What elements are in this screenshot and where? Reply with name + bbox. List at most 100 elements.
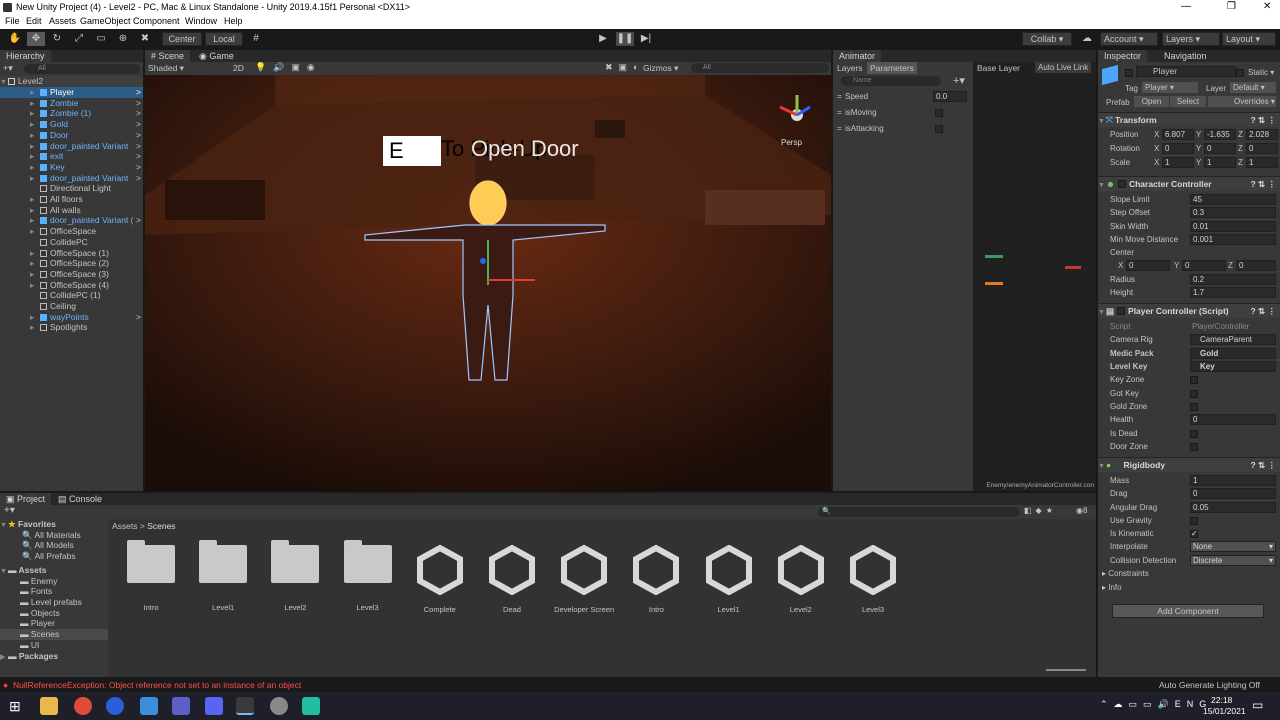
transform-scale-y[interactable]: 1 (1204, 157, 1236, 168)
hierarchy-item[interactable]: ▸ wayPoints > (0, 312, 143, 323)
unity-taskbar-icon[interactable] (236, 697, 254, 715)
expand-arrow-icon[interactable]: ▸ (30, 119, 34, 130)
open-prefab-icon[interactable]: > (136, 215, 141, 226)
transform-menu-icon[interactable]: ? ⇅ ⋮ (1250, 113, 1276, 127)
hierarchy-item[interactable]: ▸ Gold > (0, 119, 143, 130)
expand-arrow-icon[interactable]: ▸ (30, 312, 34, 323)
prefab-select-button[interactable]: Select (1170, 96, 1206, 107)
layers-dropdown[interactable]: Layers ▾ (1162, 32, 1220, 46)
cc-center-x[interactable]: 0 (1126, 260, 1170, 271)
tab-animator[interactable]: Animator (833, 50, 882, 62)
rb-interp-dropdown[interactable]: None ▾ (1190, 541, 1276, 552)
expand-arrow-icon[interactable]: ▸ (30, 130, 34, 141)
asset-scene[interactable]: Intro (624, 544, 688, 614)
object-name-field[interactable]: Player (1136, 66, 1236, 77)
open-prefab-icon[interactable]: > (136, 87, 141, 98)
close-icon[interactable]: ✕ (1263, 1, 1271, 12)
rb-collision-dropdown[interactable]: Discrete ▾ (1190, 555, 1276, 566)
hierarchy-item[interactable]: ▸ All floors (0, 194, 143, 205)
app-icon[interactable] (302, 697, 320, 715)
open-prefab-icon[interactable]: > (136, 312, 141, 323)
pause-icon[interactable]: ❚❚ (616, 32, 634, 46)
transform-scale-x[interactable]: 1 (1162, 157, 1194, 168)
menu-assets[interactable]: Assets (49, 16, 76, 26)
hierarchy-item[interactable]: CollidePC (1) (0, 290, 143, 301)
cc-row-field[interactable]: 0.01 (1190, 220, 1276, 232)
pc-keyzone-checkbox[interactable] (1190, 376, 1198, 384)
hierarchy-item[interactable]: ▸ OfficeSpace (4) (0, 280, 143, 291)
create-plus-icon[interactable]: +▾ (3, 63, 13, 74)
expand-arrow-icon[interactable]: ▸ (30, 151, 34, 162)
asset-scene[interactable]: Dead (480, 544, 544, 614)
expand-arrow-icon[interactable]: ▸ (30, 280, 34, 291)
unity-hub-icon[interactable] (270, 697, 288, 715)
clock-date[interactable]: 15/01/2021 (1203, 706, 1246, 716)
rotate-tool-icon[interactable]: ↻ (48, 32, 66, 46)
account-dropdown[interactable]: Account ▾ (1100, 32, 1158, 46)
open-prefab-icon[interactable]: > (136, 130, 141, 141)
hierarchy-item[interactable]: ▸ Spotlights (0, 322, 143, 333)
cc-height-field[interactable]: 1.7 (1190, 287, 1276, 298)
hierarchy-search-input[interactable]: All (24, 64, 140, 74)
pc-medic-field[interactable]: Gold (1190, 348, 1276, 359)
pc-levelkey-field[interactable]: Key (1190, 361, 1276, 372)
expand-arrow-icon[interactable]: ▸ (30, 87, 34, 98)
hierarchy-item[interactable]: ▸ door_painted Variant > (0, 173, 143, 184)
expand-arrow-icon[interactable]: ▸ (30, 173, 34, 184)
transform-header[interactable]: ▼⤧ Transform? ⇅ ⋮ (1098, 112, 1280, 127)
hierarchy-item[interactable]: ▸ exit > (0, 151, 143, 162)
open-prefab-icon[interactable]: > (136, 141, 141, 152)
open-prefab-icon[interactable]: > (136, 119, 141, 130)
edge-icon[interactable] (140, 697, 158, 715)
expand-arrow-icon[interactable]: ▸ (30, 108, 34, 119)
hierarchy-item[interactable]: ▸ OfficeSpace (2) (0, 258, 143, 269)
scene-search-input[interactable]: All (691, 63, 829, 73)
open-prefab-icon[interactable]: > (136, 98, 141, 109)
asset-folder[interactable]: Level1 (191, 540, 255, 612)
hierarchy-item[interactable]: Ceiling (0, 301, 143, 312)
static-dropdown[interactable]: Static ▾ (1248, 68, 1274, 77)
animator-param-value[interactable]: 0.0 (933, 91, 967, 102)
hierarchy-item[interactable]: ▸ Zombie (1) > (0, 108, 143, 119)
static-checkbox[interactable] (1236, 69, 1244, 77)
hierarchy-item[interactable]: ▸ door_painted Variant (> (0, 215, 143, 226)
windows-start-icon[interactable]: ⊞ (9, 698, 25, 714)
maximize-icon[interactable]: ❐ (1227, 1, 1236, 12)
grid-snap-icon[interactable]: # (247, 32, 265, 46)
transform-rotation-x[interactable]: 0 (1162, 143, 1194, 154)
expand-arrow-icon[interactable]: ▸ (30, 98, 34, 109)
icon-size-slider[interactable] (1046, 669, 1086, 671)
rect-tool-icon[interactable]: ▭ (92, 32, 110, 46)
tab-navigation[interactable]: Navigation (1158, 50, 1213, 62)
expand-arrow-icon[interactable]: ▸ (30, 194, 34, 205)
hierarchy-item[interactable]: ▸ OfficeSpace (3) (0, 269, 143, 280)
expand-arrow-icon[interactable]: ▸ (30, 226, 34, 237)
teams-icon[interactable] (172, 697, 190, 715)
pc-camrig-field[interactable]: CameraParent (1190, 334, 1276, 345)
cc-radius-field[interactable]: 0.2 (1190, 274, 1276, 285)
hierarchy-item[interactable]: ▸ door_painted Variant > (0, 141, 143, 152)
pivot-local-button[interactable]: Local (205, 32, 243, 46)
hierarchy-item[interactable]: ▸ OfficeSpace (1) (0, 248, 143, 259)
expand-arrow-icon[interactable]: ▸ (30, 269, 34, 280)
pc-doorzone-checkbox[interactable] (1190, 443, 1198, 451)
cc-row-field[interactable]: 45 (1190, 194, 1276, 205)
transform-position-x[interactable]: 6.807 (1162, 129, 1194, 140)
rb-menu-icon[interactable]: ? ⇅ ⋮ (1250, 458, 1276, 472)
expand-arrow-icon[interactable]: ▸ (30, 248, 34, 259)
asset-scene[interactable]: Level1 (697, 544, 761, 614)
pc-menu-icon[interactable]: ? ⇅ ⋮ (1250, 304, 1276, 318)
default-state-node[interactable] (985, 282, 1003, 285)
pc-enabled-checkbox[interactable] (1117, 307, 1126, 315)
tab-scene[interactable]: # Scene (145, 50, 191, 62)
animator-param-row[interactable]: = isMoving (833, 106, 973, 119)
cc-center-y[interactable]: 0 (1182, 260, 1226, 271)
transform-scale-z[interactable]: 1 (1246, 157, 1278, 168)
rb-constraints-row[interactable]: ▸ Constraints (1098, 567, 1280, 580)
transform-position-y[interactable]: -1.635 (1204, 129, 1236, 140)
rb-row-field[interactable]: 0.05 (1190, 501, 1276, 513)
transform-rotation-z[interactable]: 0 (1246, 143, 1278, 154)
asset-scene[interactable]: Level2 (769, 544, 833, 614)
open-prefab-icon[interactable]: > (136, 108, 141, 119)
hand-tool-icon[interactable]: ✋ (6, 32, 24, 46)
